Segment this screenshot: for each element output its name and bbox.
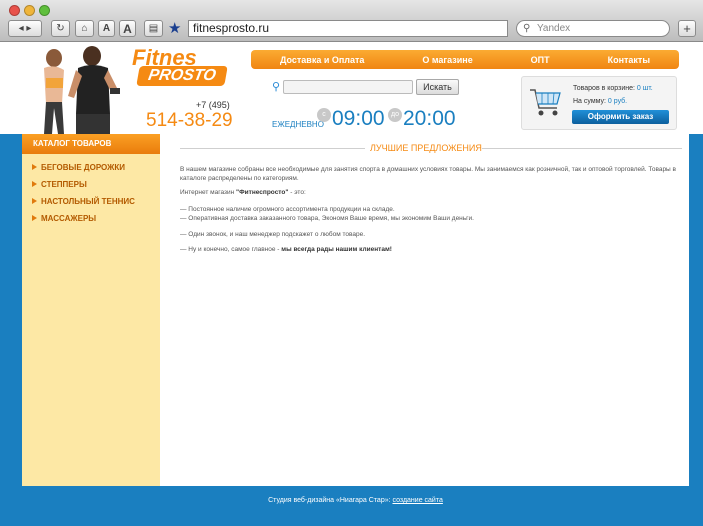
printer-icon: ▤ [148, 23, 159, 34]
browser-search-input[interactable]: ⚲ Yandex [516, 20, 670, 37]
catalog-item-steppers[interactable]: СТЕППЕРЫ [22, 176, 160, 193]
hours-label: ЕЖЕДНЕВНО [272, 120, 324, 129]
site-footer: Студия веб-дизайна «Ниагара Стар»: созда… [22, 486, 689, 516]
text-smaller-button[interactable]: A [98, 20, 115, 37]
window-controls [9, 5, 50, 16]
page-border-right [689, 134, 703, 526]
reload-icon: ↻ [56, 23, 65, 34]
footer-text: Студия веб-дизайна «Ниагара Стар»: [268, 497, 393, 504]
hours-from: 09:00 [332, 107, 385, 130]
closing-paragraph: — Ну и конечно, самое главное - мы всегд… [180, 245, 680, 254]
cart-sum-value: 0 руб. [607, 98, 628, 105]
home-icon: ⌂ [81, 23, 88, 34]
page-border-bottom [0, 516, 703, 526]
catalog-item-table-tennis[interactable]: НАСТОЛЬНЫЙ ТЕННИС [22, 193, 160, 210]
forward-arrow-icon: ▸ [26, 23, 32, 34]
phone-code: +7 (495) [196, 100, 230, 110]
footer-link[interactable]: создание сайта [393, 497, 443, 504]
closing-bold: мы всегда рады нашим клиентам! [281, 246, 392, 253]
minimize-window-button[interactable] [24, 5, 35, 16]
call-paragraph: — Один звонок, и наш менеджер подскажет … [180, 231, 366, 238]
menu-delivery-payment[interactable]: Доставка и Оплата [280, 55, 364, 65]
logo-prosto[interactable]: PROSTO [136, 66, 228, 86]
catalog-item-massagers[interactable]: МАССАЖЕРЫ [22, 210, 160, 227]
cart-items-label: Товаров в корзине: [573, 85, 635, 92]
hours-to-badge: до [388, 108, 402, 122]
catalog-sidebar: КАТАЛОГ ТОВАРОВ БЕГОВЫЕ ДОРОЖКИ СТЕППЕРЫ… [22, 134, 160, 486]
plus-icon: + [683, 21, 691, 36]
text-big-icon: A [123, 21, 132, 36]
section-title: ЛУЧШИЕ ПРЕДЛОЖЕНИЯ [370, 143, 482, 153]
checkout-button[interactable]: Оформить заказ [572, 110, 669, 124]
benefit-stock: — Постоянное наличие огромного ассортиме… [180, 206, 395, 213]
back-arrow-icon: ◂ [18, 23, 24, 34]
new-tab-button[interactable]: + [678, 20, 696, 37]
cart-items-value: 0 шт. [636, 85, 653, 92]
phone-number: 514-38-29 [146, 110, 233, 131]
site-search-input[interactable] [283, 80, 413, 94]
reload-button[interactable]: ↻ [51, 20, 70, 37]
catalog-item-treadmills[interactable]: БЕГОВЫЕ ДОРОЖКИ [22, 159, 160, 176]
cart-sum-line: На сумму: 0 руб. [573, 98, 627, 105]
store-paragraph: Интернет магазин "Фитнеспросто" - это: [180, 188, 680, 197]
close-window-button[interactable] [9, 5, 20, 16]
search-placeholder: Yandex [537, 23, 571, 34]
page-border-left [0, 134, 22, 526]
store-suffix: - это: [288, 189, 306, 196]
back-forward-button[interactable]: ◂ ▸ [8, 20, 42, 37]
main-menu: Доставка и Оплата О магазине ОПТ Контакт… [251, 50, 679, 69]
menu-wholesale[interactable]: ОПТ [531, 55, 550, 65]
hours-from-badge: с [317, 108, 331, 122]
address-bar[interactable]: fitnesprosto.ru [188, 20, 508, 37]
shopping-cart-icon[interactable] [527, 84, 563, 120]
cart-items-line: Товаров в корзине: 0 шт. [573, 85, 653, 92]
site-search-button[interactable]: Искать [416, 79, 459, 95]
heading-rule-left [180, 148, 365, 149]
cart-sum-label: На сумму: [573, 98, 606, 105]
closing-prefix: — Ну и конечно, самое главное - [180, 246, 282, 253]
text-bigger-button[interactable]: A [119, 20, 136, 37]
menu-contacts[interactable]: Контакты [608, 55, 650, 65]
heading-rule-right [482, 148, 682, 149]
store-brand: "Фитнеспросто" [236, 189, 289, 196]
store-prefix: Интернет магазин [180, 189, 237, 196]
search-icon: ⚲ [523, 23, 531, 34]
athletes-image [44, 46, 120, 134]
browser-toolbar: ◂ ▸ ↻ ⌂ A A ▤ ★ fitnesprosto.ru ⚲ Yandex… [0, 0, 703, 42]
bookmark-star-icon[interactable]: ★ [168, 19, 181, 37]
catalog-list: БЕГОВЫЕ ДОРОЖКИ СТЕППЕРЫ НАСТОЛЬНЫЙ ТЕНН… [22, 154, 160, 227]
menu-about-store[interactable]: О магазине [422, 55, 472, 65]
catalog-title: КАТАЛОГ ТОВАРОВ [22, 134, 160, 154]
text-small-icon: A [102, 23, 111, 34]
home-button[interactable]: ⌂ [75, 20, 94, 37]
benefit-delivery: — Оперативная доставка заказанного товар… [180, 215, 474, 222]
cart-widget: Товаров в корзине: 0 шт. На сумму: 0 руб… [521, 76, 677, 130]
intro-paragraph: В нашем магазине собраны все необходимые… [180, 166, 676, 182]
section-heading: ЛУЧШИЕ ПРЕДЛОЖЕНИЯ [160, 141, 689, 155]
magnifier-icon: ⚲ [272, 81, 281, 93]
print-button[interactable]: ▤ [144, 20, 163, 37]
maximize-window-button[interactable] [39, 5, 50, 16]
benefits-list: — Постоянное наличие огромного ассортиме… [180, 205, 680, 223]
hours-to: 20:00 [403, 107, 456, 130]
main-content [160, 134, 689, 486]
